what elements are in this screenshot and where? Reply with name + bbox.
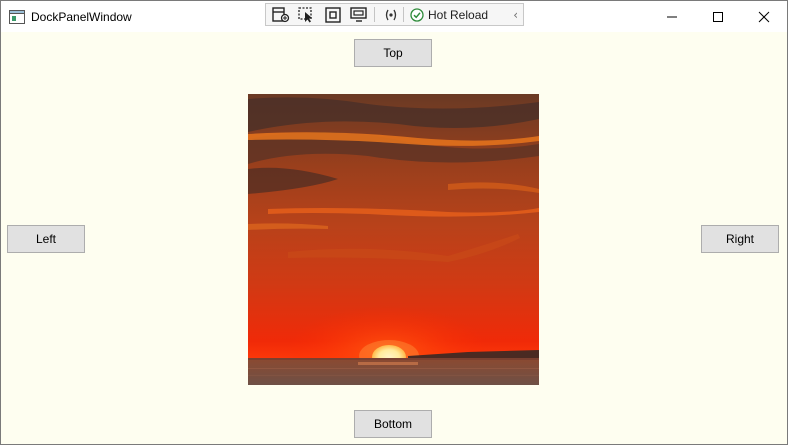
minimize-icon: [667, 16, 677, 17]
display-layout-adorners-icon[interactable]: [322, 5, 344, 24]
app-icon: [9, 10, 25, 24]
hot-reload-check-icon: [410, 7, 424, 22]
hot-reload-button[interactable]: Hot Reload: [410, 8, 488, 22]
maximize-icon: [713, 11, 723, 22]
binding-failures-icon[interactable]: [383, 5, 399, 24]
title-bar[interactable]: DockPanelWindow Hot Reload ‹: [1, 1, 787, 32]
top-button[interactable]: Top: [354, 39, 432, 67]
maximize-button[interactable]: [695, 1, 741, 32]
bottom-button[interactable]: Bottom: [354, 410, 432, 438]
dock-panel: Top Left Right Bottom: [1, 32, 787, 444]
hot-reload-label: Hot Reload: [428, 7, 489, 22]
close-icon: [758, 11, 770, 22]
track-focus-icon[interactable]: [348, 5, 370, 24]
minimize-button[interactable]: [649, 1, 695, 32]
sunset-image: [248, 94, 539, 385]
collapse-toolbar-chevron-icon[interactable]: ‹: [513, 8, 518, 22]
window-title: DockPanelWindow: [31, 10, 132, 24]
select-element-icon[interactable]: [296, 5, 318, 24]
dock-panel-window: DockPanelWindow Hot Reload ‹ Top Left Ri…: [0, 0, 788, 445]
live-visual-tree-icon[interactable]: [270, 5, 292, 24]
toolbar-separator: [374, 7, 375, 22]
right-button[interactable]: Right: [701, 225, 779, 253]
toolbar-separator: [403, 7, 404, 22]
xaml-debug-toolbar: Hot Reload ‹: [265, 3, 524, 26]
close-button[interactable]: [741, 1, 787, 32]
left-button[interactable]: Left: [7, 225, 85, 253]
